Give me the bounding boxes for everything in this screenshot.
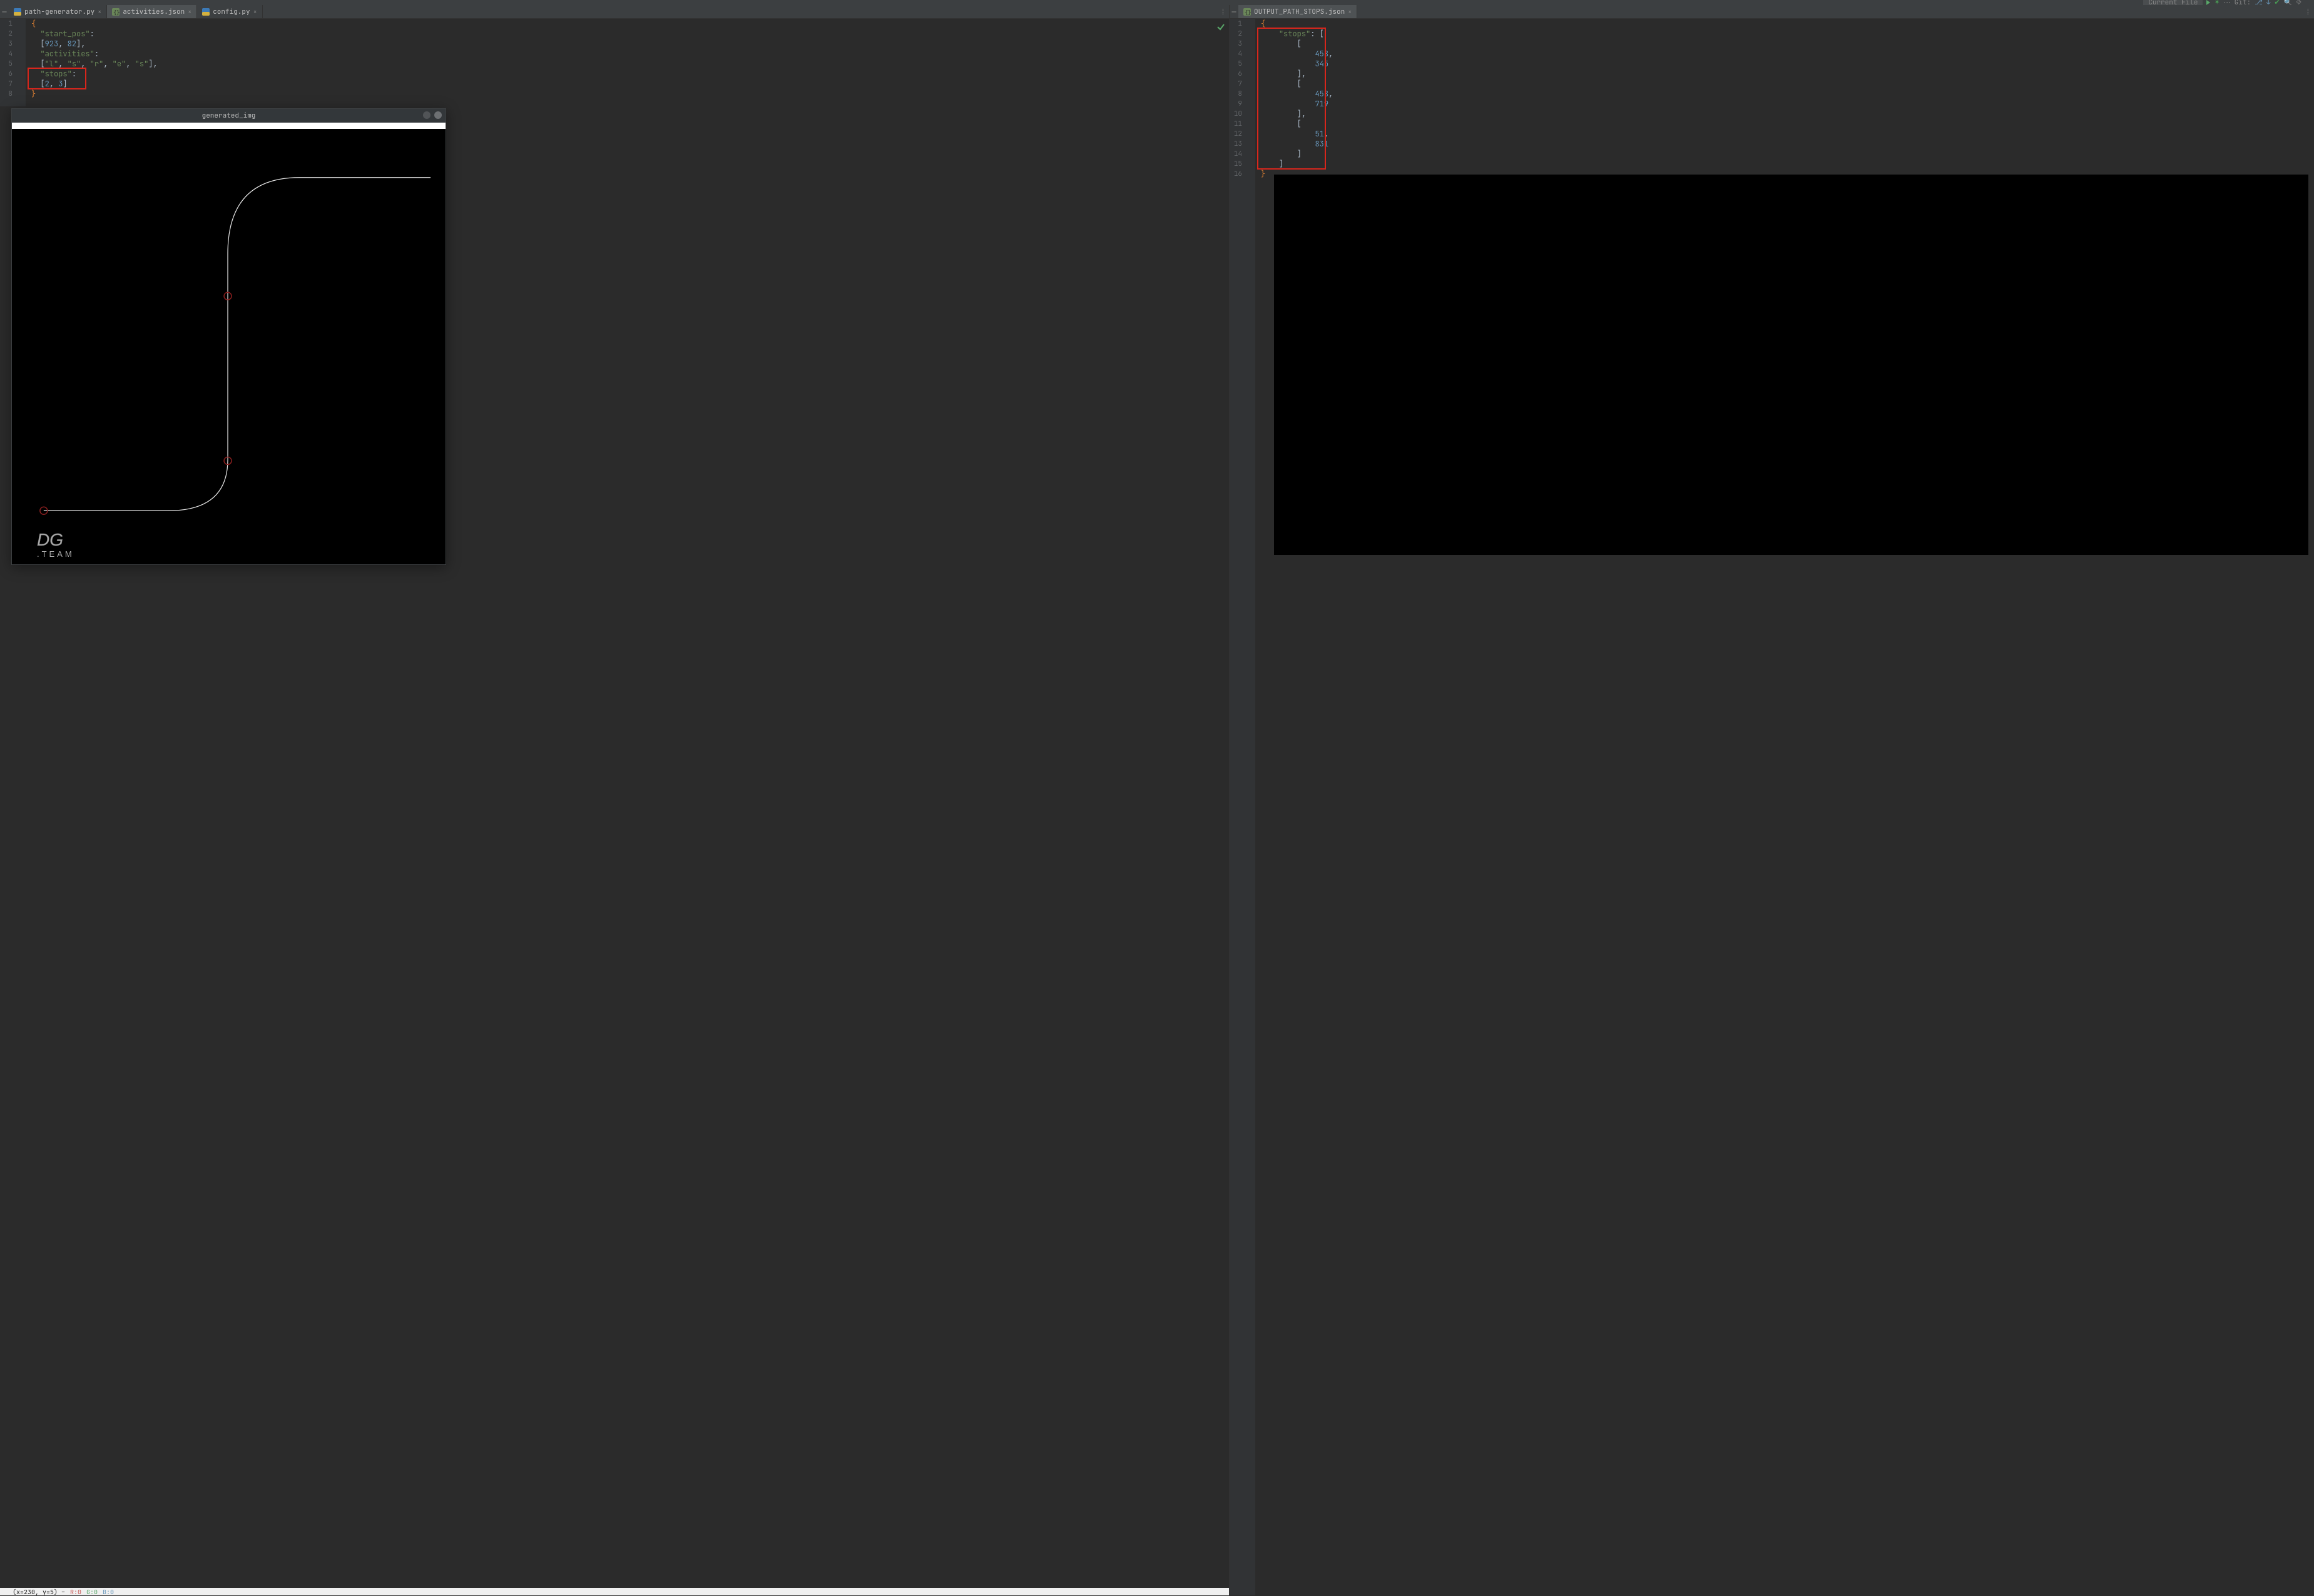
pixel-b: B:0 <box>103 1588 114 1596</box>
inspections-ok-icon[interactable] <box>1216 23 1225 31</box>
tab-path-generator[interactable]: path-generator.py × <box>9 5 107 18</box>
left-tabs: — path-generator.py × {} activities.json… <box>0 5 1229 19</box>
tab-overflow-icon[interactable]: ⁞ <box>1217 7 1229 17</box>
python-file-icon <box>14 8 21 16</box>
run-icon[interactable] <box>2206 0 2210 5</box>
close-icon[interactable]: × <box>1348 8 1352 16</box>
svg-text:{}: {} <box>1245 9 1251 16</box>
close-icon[interactable]: × <box>188 8 191 16</box>
window-titlebar[interactable]: generated_img <box>12 109 446 123</box>
tab-output-path-stops[interactable]: {} OUTPUT_PATH_STOPS.json × <box>1238 5 1357 18</box>
main-toolbar: Current File ✶ ⋯ Git: ⎇ ↓ ✔ 🔍 ⯑ <box>0 0 2314 5</box>
tab-label: activities.json <box>123 8 185 16</box>
json-file-icon: {} <box>1243 8 1251 16</box>
pixel-r: R:0 <box>70 1588 81 1596</box>
tab-label: config.py <box>213 8 250 16</box>
tab-toggle-icon[interactable]: — <box>1230 7 1238 17</box>
right-tabs: — {} OUTPUT_PATH_STOPS.json × ⁞ <box>1230 5 2314 19</box>
image-statusbar: (x=230, y=5) – R:0 G:0 B:0 <box>0 1588 1229 1595</box>
tab-label: path-generator.py <box>24 8 94 16</box>
left-editor[interactable]: 12345678 { "start_pos": [923, 82], "acti… <box>0 19 1229 106</box>
close-icon[interactable] <box>434 111 442 119</box>
tab-config-py[interactable]: config.py × <box>197 5 262 18</box>
tab-activities-json[interactable]: {} activities.json × <box>107 5 197 18</box>
minimize-icon[interactable] <box>423 111 431 119</box>
pixel-coord: (x=230, y=5) – <box>13 1588 65 1596</box>
close-icon[interactable]: × <box>253 8 257 16</box>
json-file-icon: {} <box>112 8 120 16</box>
tab-overflow-icon[interactable]: ⁞ <box>2302 7 2314 17</box>
svg-text:{}: {} <box>113 9 120 16</box>
tab-label: OUTPUT_PATH_STOPS.json <box>1254 8 1345 16</box>
window-title: generated_img <box>202 111 256 120</box>
pixel-g: G:0 <box>86 1588 98 1596</box>
python-file-icon <box>202 8 210 16</box>
generated-img-canvas: DG .TEAM <box>12 123 446 564</box>
tab-toggle-icon[interactable]: — <box>0 7 9 17</box>
right-preview-panel <box>1273 174 2309 556</box>
close-icon[interactable]: × <box>98 8 101 16</box>
generated-img-window[interactable]: generated_img <box>11 108 446 565</box>
